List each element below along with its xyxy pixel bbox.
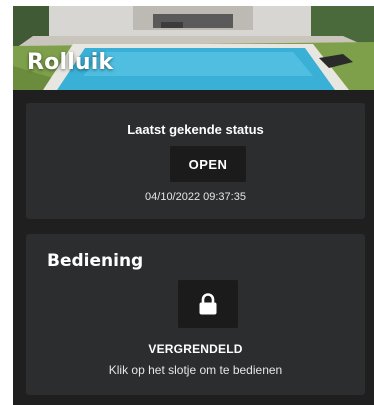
control-title: Bediening <box>47 251 144 271</box>
lock-state-label: VERGRENDELD <box>148 342 243 356</box>
status-badge: OPEN <box>170 146 246 182</box>
lock-button[interactable] <box>178 280 238 328</box>
pool-garden-photo <box>13 6 374 90</box>
status-timestamp: 04/10/2022 09:37:35 <box>145 191 246 203</box>
control-card: Bediening VERGRENDELD Klik op het slotje… <box>26 234 365 395</box>
header-image: Rolluik <box>13 6 374 90</box>
app-screen: Rolluik Laatst gekende status OPEN 04/10… <box>13 6 374 405</box>
page-title: Rolluik <box>27 50 114 75</box>
status-card: Laatst gekende status OPEN 04/10/2022 09… <box>26 103 365 219</box>
padlock-icon <box>199 293 217 315</box>
lock-hint-text: Klik op het slotje om te bedienen <box>108 363 283 377</box>
status-heading: Laatst gekende status <box>127 122 264 137</box>
